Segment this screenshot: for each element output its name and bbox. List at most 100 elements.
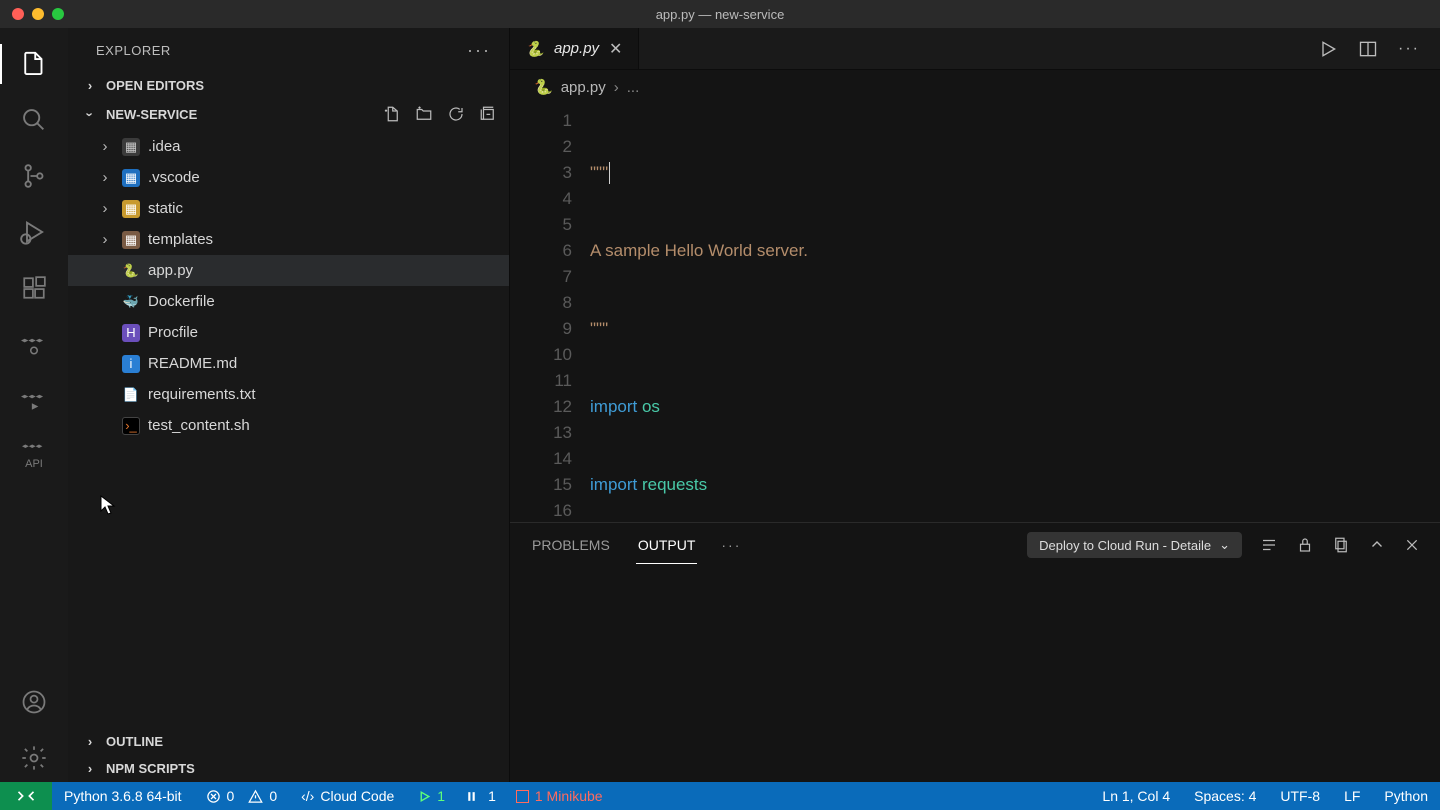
code-editor[interactable]: 12345678910111213141516 """ A sample Hel… bbox=[510, 104, 1440, 522]
error-icon bbox=[206, 789, 221, 804]
status-minikube[interactable]: 1 Minikube bbox=[504, 782, 615, 810]
run-debug-icon bbox=[20, 218, 48, 246]
section-project-label: NEW-SERVICE bbox=[106, 107, 197, 122]
filter-output-icon[interactable] bbox=[1260, 536, 1278, 554]
collapse-panel-icon[interactable] bbox=[1368, 536, 1386, 554]
search-icon bbox=[20, 106, 48, 134]
cloud-code-gear-icon bbox=[21, 331, 47, 357]
tree-file-procfile[interactable]: H Procfile bbox=[68, 317, 509, 348]
editor-more-icon[interactable]: ··· bbox=[1398, 40, 1420, 58]
sidebar-title: EXPLORER bbox=[96, 43, 171, 58]
cloud-code-run-icon bbox=[21, 387, 47, 413]
status-running[interactable]: 1 bbox=[406, 782, 457, 810]
tab-app-py[interactable]: 🐍 app.py ✕ bbox=[510, 28, 639, 69]
run-icon[interactable] bbox=[1318, 39, 1338, 59]
tree-folder-idea[interactable]: ›▦.idea bbox=[68, 131, 509, 162]
activity-cloud-api[interactable]: API bbox=[10, 432, 58, 480]
code-icon: ‹/› bbox=[301, 788, 314, 804]
tree-file-readme[interactable]: iREADME.md bbox=[68, 348, 509, 379]
python-file-icon: 🐍 bbox=[526, 40, 544, 58]
panel-more-icon[interactable]: ··· bbox=[721, 537, 741, 553]
account-icon bbox=[20, 688, 48, 716]
activity-extensions[interactable] bbox=[10, 264, 58, 312]
breadcrumb[interactable]: 🐍 app.py › ... bbox=[510, 70, 1440, 104]
python-file-icon: 🐍 bbox=[122, 262, 140, 280]
tree-folder-vscode[interactable]: ›▦.vscode bbox=[68, 162, 509, 193]
panel-tab-output[interactable]: OUTPUT bbox=[636, 527, 698, 564]
chevron-down-icon: ⌄ bbox=[1219, 537, 1230, 553]
tab-label: app.py bbox=[554, 40, 599, 57]
play-icon bbox=[418, 790, 431, 803]
folder-icon: ▦ bbox=[122, 231, 140, 249]
tree-file-requirements[interactable]: 📄requirements.txt bbox=[68, 379, 509, 410]
activity-search[interactable] bbox=[10, 96, 58, 144]
section-outline[interactable]: ›OUTLINE bbox=[68, 728, 509, 755]
output-channel-select[interactable]: Deploy to Cloud Run - Detaile ⌄ bbox=[1027, 532, 1242, 558]
window-zoom-button[interactable] bbox=[52, 8, 64, 20]
pause-icon bbox=[465, 790, 478, 803]
bottom-panel: PROBLEMS OUTPUT ··· Deploy to Cloud Run … bbox=[510, 522, 1440, 782]
line-numbers: 12345678910111213141516 bbox=[510, 108, 590, 522]
activity-bar: API bbox=[0, 28, 68, 782]
status-bar: Python 3.6.8 64-bit 0 0 ‹/›Cloud Code 1 … bbox=[0, 782, 1440, 810]
status-problems[interactable]: 0 0 bbox=[194, 782, 290, 810]
activity-debug[interactable] bbox=[10, 208, 58, 256]
tree-file-dockerfile[interactable]: 🐳Dockerfile bbox=[68, 286, 509, 317]
remote-icon bbox=[16, 789, 36, 803]
editor-area: 🐍 app.py ✕ ··· 🐍 app.py › ... 1234567891 bbox=[510, 28, 1440, 782]
activity-scm[interactable] bbox=[10, 152, 58, 200]
remote-indicator[interactable] bbox=[0, 782, 52, 810]
chevron-down-icon: › bbox=[83, 106, 98, 122]
panel-tab-problems[interactable]: PROBLEMS bbox=[530, 527, 612, 563]
tree-label: static bbox=[148, 200, 183, 217]
section-open-editors[interactable]: › OPEN EDITORS bbox=[68, 72, 509, 99]
mouse-cursor-icon bbox=[100, 495, 116, 515]
new-file-icon[interactable] bbox=[383, 105, 401, 123]
files-icon bbox=[19, 49, 49, 79]
docker-file-icon: 🐳 bbox=[122, 293, 140, 311]
window-title: app.py — new-service bbox=[0, 7, 1440, 22]
status-python[interactable]: Python 3.6.8 64-bit bbox=[52, 782, 194, 810]
activity-cloud-code-settings[interactable] bbox=[10, 320, 58, 368]
status-cursor-position[interactable]: Ln 1, Col 4 bbox=[1090, 788, 1182, 804]
tree-file-test-sh[interactable]: ›_test_content.sh bbox=[68, 410, 509, 441]
collapse-all-icon[interactable] bbox=[479, 105, 497, 123]
split-editor-icon[interactable] bbox=[1358, 39, 1378, 59]
new-folder-icon[interactable] bbox=[415, 105, 433, 123]
breadcrumb-rest: ... bbox=[627, 79, 640, 96]
status-encoding[interactable]: UTF-8 bbox=[1268, 788, 1332, 804]
gear-icon bbox=[20, 744, 48, 772]
folder-icon: ▦ bbox=[122, 169, 140, 187]
titlebar: app.py — new-service bbox=[0, 0, 1440, 28]
status-language[interactable]: Python bbox=[1372, 788, 1440, 804]
chevron-right-icon: › bbox=[82, 761, 98, 776]
window-close-button[interactable] bbox=[12, 8, 24, 20]
lock-scroll-icon[interactable] bbox=[1296, 536, 1314, 554]
refresh-icon[interactable] bbox=[447, 105, 465, 123]
tree-folder-templates[interactable]: ›▦templates bbox=[68, 224, 509, 255]
activity-cloud-code-run[interactable] bbox=[10, 376, 58, 424]
heroku-file-icon: H bbox=[122, 324, 140, 342]
tab-close-icon[interactable]: ✕ bbox=[609, 39, 622, 59]
status-paused[interactable]: 1 bbox=[457, 782, 504, 810]
activity-settings[interactable] bbox=[10, 734, 58, 782]
tree-folder-static[interactable]: ›▦static bbox=[68, 193, 509, 224]
section-project[interactable]: › NEW-SERVICE bbox=[68, 99, 509, 129]
status-cloud-code[interactable]: ‹/›Cloud Code bbox=[289, 782, 406, 810]
sidebar-more-icon[interactable]: ··· bbox=[467, 40, 491, 61]
tree-label: requirements.txt bbox=[148, 386, 256, 403]
tree-file-app[interactable]: 🐍app.py bbox=[68, 255, 509, 286]
status-eol[interactable]: LF bbox=[1332, 788, 1372, 804]
chevron-right-icon: › bbox=[82, 734, 98, 749]
status-indentation[interactable]: Spaces: 4 bbox=[1182, 788, 1268, 804]
breadcrumb-file: app.py bbox=[561, 79, 606, 96]
tree-label: Procfile bbox=[148, 324, 198, 341]
activity-explorer[interactable] bbox=[10, 40, 58, 88]
window-minimize-button[interactable] bbox=[32, 8, 44, 20]
open-log-icon[interactable] bbox=[1332, 536, 1350, 554]
close-panel-icon[interactable] bbox=[1404, 537, 1420, 553]
activity-accounts[interactable] bbox=[10, 678, 58, 726]
source-control-icon bbox=[20, 162, 48, 190]
section-npm-scripts[interactable]: ›NPM SCRIPTS bbox=[68, 755, 509, 782]
tree-label: README.md bbox=[148, 355, 237, 372]
